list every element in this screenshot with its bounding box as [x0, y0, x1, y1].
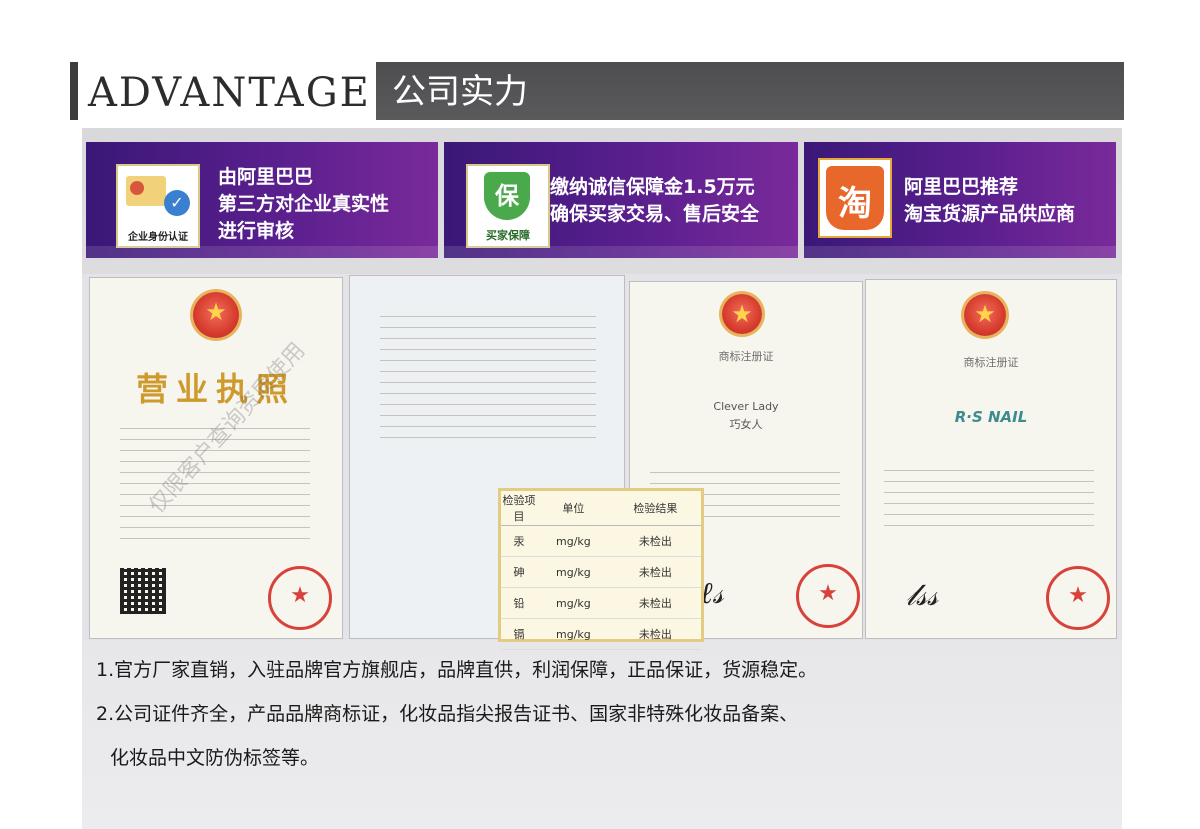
- report-text-lines: [380, 306, 596, 448]
- official-seal-icon: [1046, 566, 1110, 630]
- national-emblem-icon: [193, 292, 239, 338]
- feature-text: 由阿里巴巴 第三方对企业真实性 进行审核: [218, 164, 438, 245]
- trademark-title: 商标注册证: [963, 356, 1019, 369]
- national-emblem-icon: [964, 294, 1006, 336]
- taobao-glyph: 淘: [838, 184, 872, 224]
- trademark-text-lines: [884, 460, 1094, 536]
- table-header-cell: 单位: [537, 491, 610, 526]
- table-cell: 砷: [501, 556, 537, 588]
- feature-card-verification: ✓ 企业身份认证 由阿里巴巴 第三方对企业真实性 进行审核: [86, 142, 438, 258]
- qr-code-icon: [120, 568, 166, 614]
- notes-block: 1.官方厂家直销，入驻品牌官方旗舰店，品牌直供，利润保障，正品保证，货源稳定。 …: [96, 654, 1096, 786]
- feature-line: 进行审核: [218, 220, 295, 242]
- id-card-verification-icon: ✓ 企业身份认证: [116, 164, 200, 248]
- brand-name-cn: 巧女人: [729, 418, 763, 431]
- feature-line: 第三方对企业真实性: [218, 193, 390, 215]
- trademark-title: 商标注册证: [718, 350, 774, 363]
- feature-line: 阿里巴巴推荐: [904, 176, 1019, 198]
- table-header-row: 检验项目 单位 检验结果: [501, 491, 701, 526]
- header-title-cn: 公司实力: [392, 72, 528, 112]
- shield-glyph: 保: [495, 182, 519, 210]
- trademark-certificate-rs-nail: 商标注册证 R·S NAIL 𝓁𝓈𝓈: [866, 280, 1116, 638]
- test-result-table: 检验项目 单位 检验结果 汞 mg/kg 未检出 砷 mg/kg 未检出 铅 m…: [498, 488, 704, 650]
- table-row: 砷 mg/kg 未检出: [501, 556, 701, 588]
- table-cell: 未检出: [609, 618, 701, 650]
- feature-card-taobao: 淘 阿里巴巴推荐 淘宝货源产品供应商: [804, 142, 1116, 258]
- taobao-logo-icon: 淘: [818, 158, 892, 238]
- table-row: 镉 mg/kg 未检出: [501, 618, 701, 650]
- table-cell: 未检出: [609, 525, 701, 557]
- brand-name-en: Clever Lady: [713, 400, 779, 413]
- national-emblem-icon: [722, 294, 762, 334]
- icon-label: 买家保障: [486, 229, 530, 242]
- header-accent-bar: [70, 62, 78, 120]
- feature-line: 由阿里巴巴: [218, 166, 314, 188]
- table-cell: 铅: [501, 587, 537, 619]
- note-line-1: 1.官方厂家直销，入驻品牌官方旗舰店，品牌直供，利润保障，正品保证，货源稳定。: [96, 659, 818, 681]
- license-title: 营业执照: [135, 370, 296, 408]
- official-seal-icon: [268, 566, 332, 630]
- table-cell: 镉: [501, 618, 537, 650]
- shield-guarantee-icon: 保 买家保障: [466, 164, 550, 248]
- table-cell: 未检出: [609, 556, 701, 588]
- table-cell: 未检出: [609, 587, 701, 619]
- header-title-en: ADVANTAGE: [88, 70, 371, 116]
- table-row: 汞 mg/kg 未检出: [501, 525, 701, 557]
- table-cell: mg/kg: [537, 525, 610, 557]
- feature-line: 淘宝货源产品供应商: [904, 203, 1076, 225]
- icon-label: 企业身份认证: [128, 232, 188, 243]
- table-row: 铅 mg/kg 未检出: [501, 587, 701, 619]
- table-header-cell: 检验项目: [501, 491, 537, 526]
- note-line-3: 化妆品中文防伪标签等。: [110, 747, 320, 769]
- feature-line: 缴纳诚信保障金1.5万元: [550, 176, 755, 198]
- official-seal-icon: [796, 564, 860, 628]
- feature-text: 缴纳诚信保障金1.5万元 确保买家交易、售后安全: [550, 174, 790, 228]
- table-cell: mg/kg: [537, 618, 610, 650]
- signature-image: 𝓁𝓈𝓈: [906, 578, 939, 613]
- feature-card-guarantee: 保 买家保障 缴纳诚信保障金1.5万元 确保买家交易、售后安全: [444, 142, 798, 258]
- feature-text: 阿里巴巴推荐 淘宝货源产品供应商: [904, 174, 1114, 228]
- table-cell: 汞: [501, 525, 537, 557]
- table-cell: mg/kg: [537, 587, 610, 619]
- table-header-cell: 检验结果: [609, 491, 701, 526]
- table-cell: mg/kg: [537, 556, 610, 588]
- note-line-2: 2.公司证件齐全，产品品牌商标证，化妆品指尖报告证书、国家非特殊化妆品备案、: [96, 703, 799, 725]
- header-bar: 公司实力: [376, 62, 1124, 120]
- feature-line: 确保买家交易、售后安全: [550, 203, 760, 225]
- brand-name-en: R·S NAIL: [954, 408, 1028, 426]
